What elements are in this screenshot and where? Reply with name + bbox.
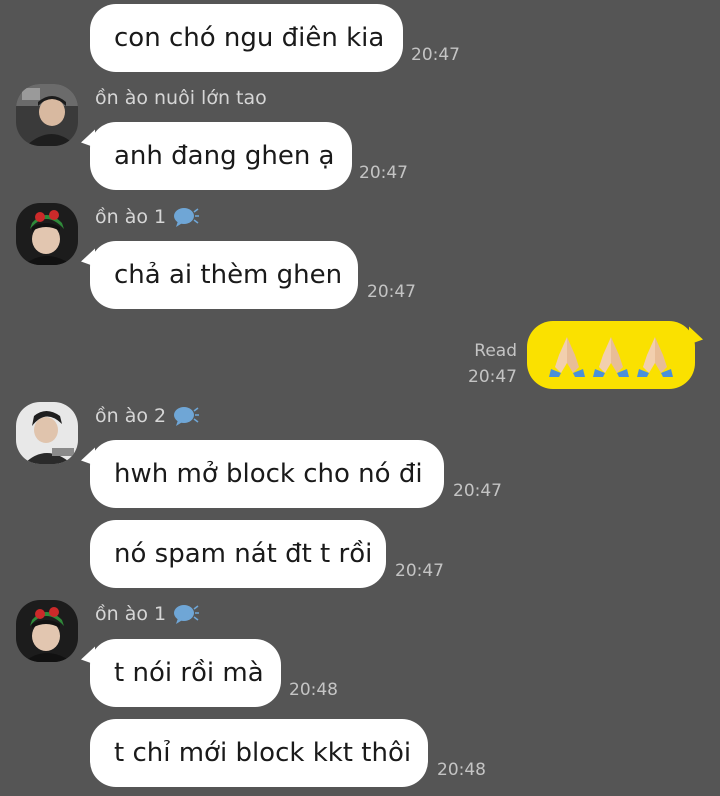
message-bubble[interactable]: con chó ngu điên kia	[90, 4, 403, 72]
sender-name: ồn ào nuôi lớn tao	[95, 87, 267, 109]
message-text: con chó ngu điên kia	[114, 23, 385, 53]
avatar[interactable]	[16, 600, 78, 662]
message-time: 20:47	[359, 163, 408, 183]
speech-bubble-icon	[172, 206, 200, 228]
my-message-bubble[interactable]	[527, 321, 695, 389]
message-time: 20:48	[437, 760, 486, 780]
speech-bubble-icon	[172, 405, 200, 427]
message-bubble[interactable]: hwh mở block cho nó đi	[90, 440, 444, 508]
message-text: anh đang ghen ạ	[114, 141, 335, 171]
message-time: 20:47	[395, 561, 444, 581]
sender-name: ồn ào 2	[95, 405, 200, 427]
message-time: 20:47	[468, 367, 517, 387]
message-text: hwh mở block cho nó đi	[114, 459, 423, 489]
speech-bubble-icon	[172, 603, 200, 625]
message-text: t chỉ mới block kkt thôi	[114, 738, 412, 768]
message-bubble[interactable]: chả ai thèm ghen	[90, 241, 358, 309]
pray-icon	[635, 333, 675, 377]
message-time: 20:47	[367, 282, 416, 302]
message-bubble[interactable]: anh đang ghen ạ	[90, 122, 352, 190]
message-bubble[interactable]: nó spam nát đt t rồi	[90, 520, 386, 588]
message-text: chả ai thèm ghen	[114, 260, 343, 290]
message-time: 20:47	[453, 481, 502, 501]
message-bubble[interactable]: t nói rồi mà	[90, 639, 281, 707]
pray-icon	[547, 333, 587, 377]
sender-name: ồn ào 1	[95, 206, 200, 228]
read-status: Read	[474, 341, 517, 361]
message-bubble[interactable]: t chỉ mới block kkt thôi	[90, 719, 428, 787]
chat-window: con chó ngu điên kia 20:47 ồn ào nuôi lớ…	[0, 0, 720, 796]
message-text: nó spam nát đt t rồi	[114, 539, 373, 569]
avatar[interactable]	[16, 402, 78, 464]
sender-name: ồn ào 1	[95, 603, 200, 625]
message-time: 20:48	[289, 680, 338, 700]
message-text: t nói rồi mà	[114, 658, 264, 688]
avatar[interactable]	[16, 84, 78, 146]
avatar[interactable]	[16, 203, 78, 265]
pray-icon	[591, 333, 631, 377]
message-time: 20:47	[411, 45, 460, 65]
